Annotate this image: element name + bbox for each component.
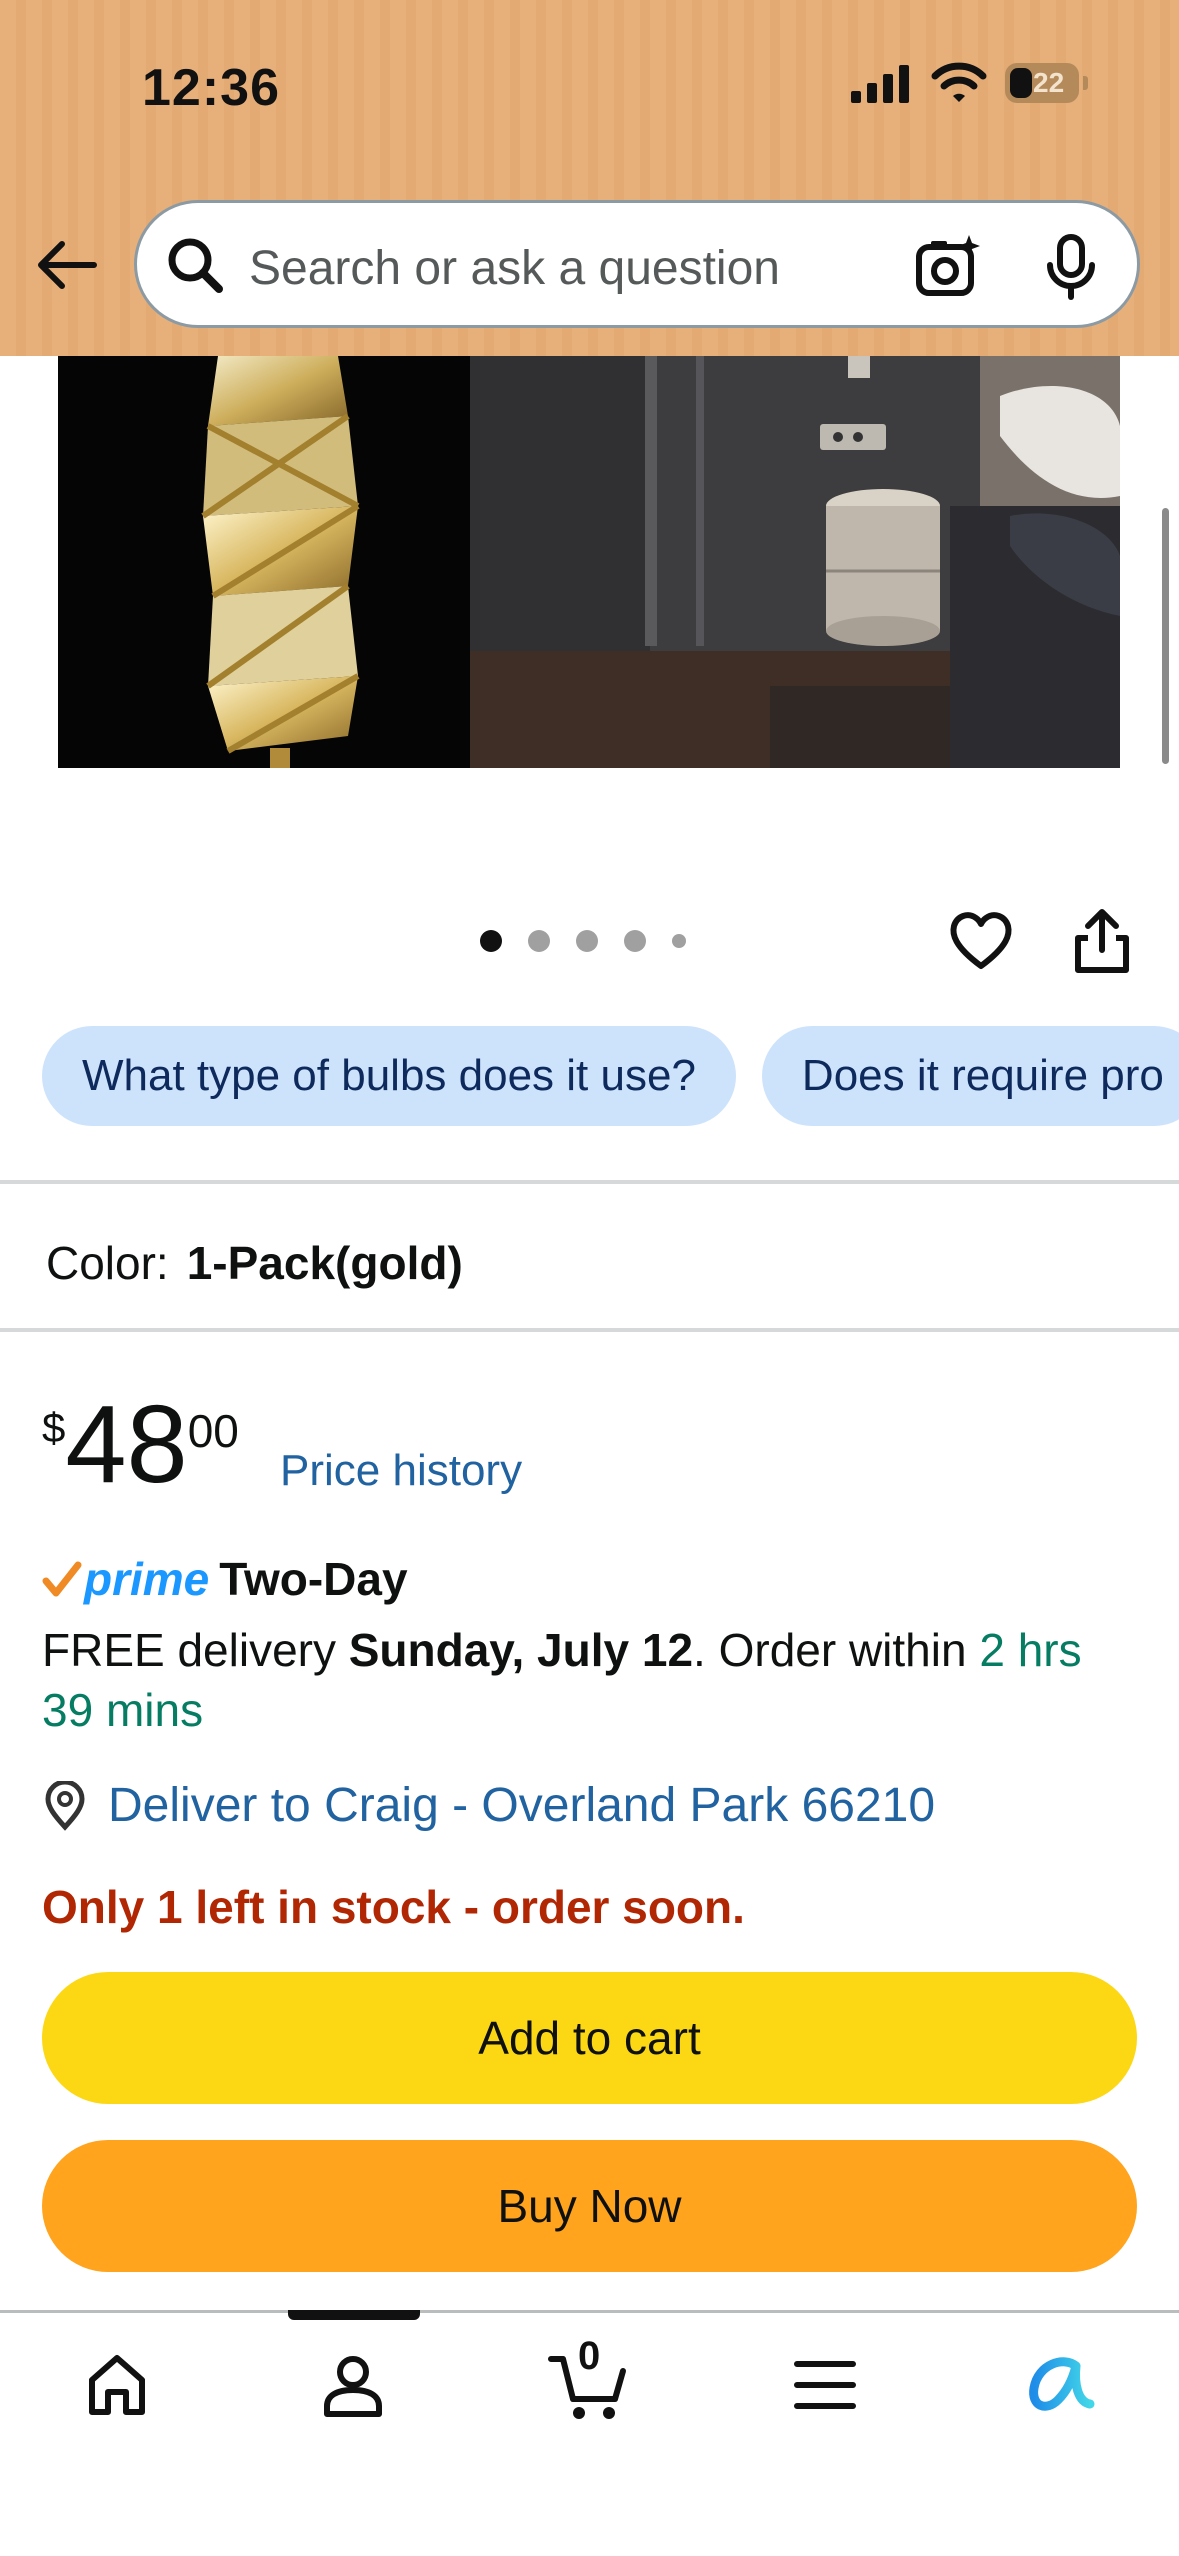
color-label: Color: xyxy=(46,1237,169,1289)
search-icon xyxy=(168,238,223,293)
cart-count: 0 xyxy=(578,2334,601,2378)
share-button[interactable] xyxy=(1070,906,1134,976)
price-symbol: $ xyxy=(42,1404,66,1451)
suggested-questions: What type of bulbs does it use? Does it … xyxy=(42,1026,1179,1126)
bedroom-photo xyxy=(470,356,1120,768)
chandelier-photo xyxy=(58,356,470,768)
deliver-to-address[interactable]: Deliver to Craig - Overland Park 66210 xyxy=(108,1778,935,1833)
nav-menu[interactable] xyxy=(780,2340,870,2430)
share-icon xyxy=(1075,909,1129,973)
price-history-link[interactable]: Price history xyxy=(280,1446,522,1496)
arrow-left-icon xyxy=(38,241,97,289)
delivery-info: FREE delivery Sunday, July 12. Order wit… xyxy=(42,1620,1142,1740)
crystal-chandelier-image xyxy=(201,356,360,768)
pagination-dot[interactable] xyxy=(624,930,646,952)
question-chip[interactable]: What type of bulbs does it use? xyxy=(42,1026,736,1126)
pagination-dot[interactable] xyxy=(672,934,686,948)
user-icon xyxy=(324,2356,382,2417)
home-icon xyxy=(89,2355,145,2415)
battery-icon: 22 xyxy=(1005,63,1088,103)
header: 12:36 22 Search or ask a question xyxy=(0,0,1179,356)
battery-level: 22 xyxy=(1033,67,1065,98)
product-image[interactable] xyxy=(58,356,1120,768)
pagination-dot[interactable] xyxy=(528,930,550,952)
search-bar[interactable]: Search or ask a question xyxy=(134,200,1140,328)
location-pin-icon xyxy=(45,1780,85,1831)
prime-tail: Two-Day xyxy=(219,1553,408,1605)
add-to-cart-button[interactable]: Add to cart xyxy=(42,1972,1137,2104)
back-button[interactable] xyxy=(30,228,104,302)
nav-home[interactable] xyxy=(72,2340,162,2430)
deliver-to-link[interactable]: Deliver to Craig - Overland Park 66210 xyxy=(42,1778,935,1833)
wishlist-button[interactable] xyxy=(946,906,1016,976)
rufus-assistant-icon xyxy=(1029,2357,1095,2411)
active-tab-indicator xyxy=(288,2310,420,2320)
pagination-dot[interactable] xyxy=(576,930,598,952)
camera-search-icon[interactable] xyxy=(911,231,983,303)
divider xyxy=(0,1180,1179,1184)
signal-icon xyxy=(851,65,909,103)
prime-word: prime xyxy=(84,1553,210,1605)
status-icons: 22 xyxy=(849,62,1088,104)
delivery-middle: . Order within xyxy=(693,1624,980,1676)
prime-check-icon xyxy=(42,1561,82,1597)
heart-icon xyxy=(950,912,1012,969)
nav-cart[interactable]: 0 xyxy=(544,2334,634,2430)
wifi-icon xyxy=(931,62,987,102)
nav-account[interactable] xyxy=(308,2340,398,2430)
delivery-prefix: FREE delivery xyxy=(42,1624,349,1676)
prime-badge: prime Two-Day xyxy=(42,1552,408,1606)
price: $ 48 00 xyxy=(42,1390,239,1500)
bedroom-scene-image xyxy=(470,356,1120,768)
stock-warning: Only 1 left in stock - order soon. xyxy=(42,1881,745,1933)
price-fraction: 00 xyxy=(187,1405,239,1457)
microphone-icon[interactable] xyxy=(1035,231,1107,303)
buy-now-button[interactable]: Buy Now xyxy=(42,2140,1137,2272)
scrollbar[interactable] xyxy=(1162,508,1169,764)
divider xyxy=(0,1328,1179,1332)
color-selector[interactable]: Color: 1-Pack(gold) xyxy=(46,1236,463,1290)
menu-icon xyxy=(794,2361,856,2409)
price-whole: 48 xyxy=(65,1383,188,1506)
search-input[interactable]: Search or ask a question xyxy=(249,241,780,296)
nav-rufus-assistant[interactable] xyxy=(1016,2340,1106,2430)
pagination-dot[interactable] xyxy=(480,930,502,952)
status-time: 12:36 xyxy=(142,59,280,117)
color-value: 1-Pack(gold) xyxy=(186,1237,463,1289)
image-pagination[interactable] xyxy=(480,930,686,952)
delivery-date: Sunday, July 12 xyxy=(348,1624,694,1676)
question-chip[interactable]: Does it require pro xyxy=(761,1026,1179,1126)
